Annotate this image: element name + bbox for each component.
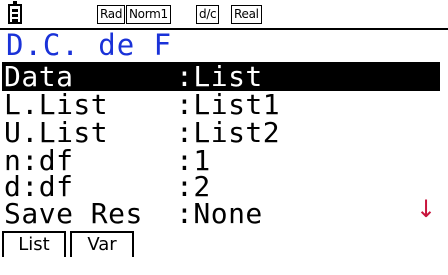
f2-var-button[interactable]: Var [70, 231, 134, 257]
complex-mode-badge: Real [231, 5, 262, 24]
battery-icon [8, 1, 22, 24]
setting-value: :List1 [176, 88, 281, 121]
setting-label: U.List [4, 116, 109, 149]
setting-row-lower-list[interactable]: L.List :List1 [0, 90, 440, 119]
setting-row-upper-list[interactable]: U.List :List2 [0, 118, 440, 147]
scroll-down-arrow-icon: ↓ [416, 195, 437, 223]
calculator-screen: Rad Norm1 d/c Real D.C. de F Data :List … [0, 0, 448, 262]
angle-mode-badge: Rad [97, 5, 126, 24]
setting-value: :List [176, 60, 263, 93]
screen-title: D.C. de F [6, 28, 173, 62]
setting-value: :List2 [176, 116, 281, 149]
setting-row-save-result[interactable]: Save Res :None [0, 199, 440, 228]
setting-label: Save Res [4, 197, 143, 230]
fraction-mode-badge: d/c [196, 5, 220, 24]
display-mode-badge: Norm1 [126, 5, 171, 24]
setting-row-data[interactable]: Data :List [2, 62, 440, 91]
status-bar: Rad Norm1 d/c Real [0, 0, 448, 30]
setting-value: :None [176, 197, 263, 230]
setting-label: Data [4, 60, 74, 93]
f1-list-button[interactable]: List [2, 231, 66, 257]
setting-label: L.List [4, 88, 109, 121]
